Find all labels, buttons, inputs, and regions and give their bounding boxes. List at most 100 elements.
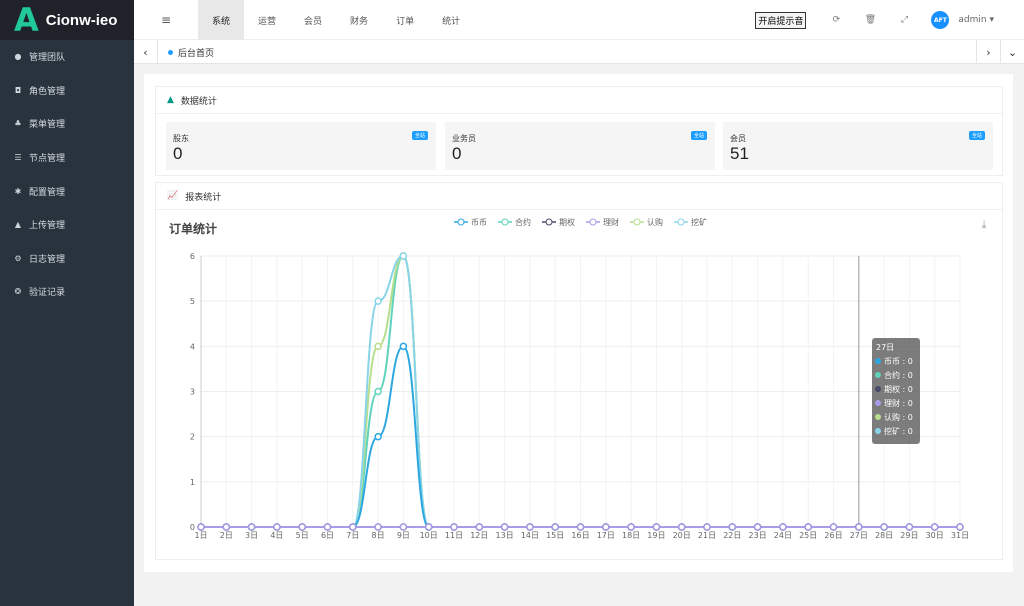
legend-label: 合约: [515, 217, 531, 227]
sidebar-item-label: 配置管理: [29, 187, 66, 198]
sidebar-item[interactable]: ▲ 上传管理: [0, 208, 134, 242]
report-header: 📈 报表统计: [156, 183, 1002, 210]
top-nav: 系统 运营 会员 财务 订单 统计: [198, 0, 474, 40]
nav-tab[interactable]: 系统: [198, 0, 245, 40]
legend-marker: [589, 218, 597, 226]
tab-home[interactable]: 后台首页: [168, 46, 214, 59]
stat-label: 股东: [173, 134, 189, 143]
x-tick-label: 21日: [698, 531, 716, 540]
sidebar-item-label: 角色管理: [29, 86, 66, 97]
stat-card: 会员 51 全站: [723, 122, 993, 170]
data-point: [247, 523, 256, 531]
y-tick-label: 2: [190, 433, 195, 442]
data-stats-title: 数据统计: [180, 96, 217, 107]
sidebar-item[interactable]: ⚙ 日志管理: [0, 242, 134, 276]
sidebar-item[interactable]: ◘ 角色管理: [0, 74, 134, 108]
avatar[interactable]: AFT: [931, 11, 950, 29]
sidebar-item[interactable]: ☰ 节点管理: [0, 141, 134, 175]
data-point: [677, 523, 686, 531]
tooltip-line: 合约 : 0: [884, 370, 913, 380]
data-point: [880, 523, 888, 531]
data-point: [526, 523, 534, 531]
x-tick-label: 7日: [346, 531, 359, 540]
sidebar-item-label: 上传管理: [29, 221, 66, 232]
legend-marker: [677, 218, 685, 226]
data-point: [399, 523, 408, 531]
menu-toggle-icon[interactable]: ≡: [161, 13, 171, 27]
data-point: [500, 523, 509, 531]
tooltip-swatch: [875, 428, 881, 434]
tab-scroll-left-icon[interactable]: ‹: [134, 40, 158, 64]
nav-tab[interactable]: 运营: [244, 0, 290, 40]
header-tools: 开启提示音 ⟳ 🗑 ⤢ AFT admin ▾: [755, 0, 1024, 40]
stat-card: 业务员 0 全站: [445, 122, 715, 170]
x-tick-label: 3日: [245, 531, 258, 540]
stat-value: 0: [452, 144, 462, 163]
sidebar-item-label: 节点管理: [29, 154, 66, 165]
x-tick-label: 20日: [673, 531, 691, 540]
x-tick-label: 9日: [397, 531, 410, 540]
logo-mark: A: [14, 1, 39, 39]
data-point: [602, 523, 610, 531]
nav-tab[interactable]: 财务: [336, 0, 382, 40]
data-point: [298, 523, 306, 531]
x-tick-label: 5日: [296, 531, 309, 540]
tab-scroll-right-icon[interactable]: ›: [976, 40, 1000, 64]
legend-label: 挖矿: [691, 217, 707, 227]
x-tick-label: 11日: [445, 531, 463, 540]
tab-menu-icon[interactable]: ⌄: [1000, 40, 1024, 64]
x-tick-label: 30日: [926, 531, 944, 540]
tooltip-swatch: [875, 386, 881, 392]
data-point: [374, 523, 382, 531]
x-tick-label: 19日: [647, 531, 665, 540]
data-point: [323, 523, 332, 531]
data-point: [399, 252, 408, 260]
id-card-icon: ◘: [14, 85, 22, 95]
y-tick-label: 1: [190, 478, 195, 487]
data-point: [956, 523, 964, 531]
data-point: [804, 523, 812, 531]
sidebar-item-label: 管理团队: [29, 53, 66, 64]
x-tick-label: 23日: [749, 531, 767, 540]
fullscreen-icon[interactable]: ⤢: [887, 15, 921, 25]
dribbble-icon: ❂: [14, 287, 22, 297]
upload-arrow-icon: ▲: [14, 220, 22, 230]
legend-label: 理财: [603, 217, 619, 227]
y-tick-label: 3: [190, 388, 195, 397]
tooltip-line: 挖矿 : 0: [884, 426, 913, 436]
data-point: [349, 523, 357, 531]
x-tick-label: 22日: [723, 531, 741, 540]
tooltip-swatch: [875, 400, 881, 406]
sound-toggle-button[interactable]: 开启提示音: [755, 11, 807, 29]
sidebar-item[interactable]: ● 管理团队: [0, 40, 134, 74]
legend-label: 币币: [471, 218, 487, 227]
sidebar-item[interactable]: ♣ 菜单管理: [0, 107, 134, 141]
active-dot: [168, 50, 173, 55]
nav-tab[interactable]: 统计: [428, 0, 474, 40]
tab-home-label: 后台首页: [178, 49, 215, 59]
data-point: [551, 523, 559, 531]
nav-tab[interactable]: 会员: [290, 0, 336, 40]
stat-label: 业务员: [452, 134, 476, 143]
tooltip-swatch: [875, 358, 881, 364]
user-menu[interactable]: admin ▾: [958, 15, 994, 25]
data-point: [450, 523, 458, 531]
sidebar: A Cionw-ieo ● 管理团队 ◘ 角色管理 ♣ 菜单管理 ☰ 节点管理 ✱ 配置管理 ▲ 上传…: [0, 0, 134, 606]
x-tick-label: 13日: [496, 531, 514, 540]
refresh-icon[interactable]: ⟳: [819, 15, 853, 25]
sidebar-item-label: 菜单管理: [29, 120, 66, 131]
sidebar-item[interactable]: ❂ 验证记录: [0, 275, 134, 309]
legend-label: 认购: [647, 217, 663, 227]
trash-icon[interactable]: 🗑: [853, 15, 887, 25]
x-tick-label: 4日: [270, 531, 283, 540]
x-tick-label: 25日: [799, 531, 817, 540]
download-icon[interactable]: ⤓: [982, 218, 987, 231]
x-tick-label: 28日: [875, 531, 893, 540]
sidebar-item[interactable]: ✱ 配置管理: [0, 174, 134, 208]
nav-tab[interactable]: 订单: [382, 0, 428, 40]
legend-label: 期权: [559, 217, 575, 227]
gear-icon: ⚙: [14, 253, 22, 263]
logo[interactable]: A Cionw-ieo: [0, 0, 134, 40]
tooltip-swatch: [875, 372, 881, 378]
report-panel: 📈 报表统计 订单统计 0 1 2 3 4 5 6 1日 2日 3日 4日 5日 6日 7日 8日 9日 10日…: [155, 182, 1003, 560]
